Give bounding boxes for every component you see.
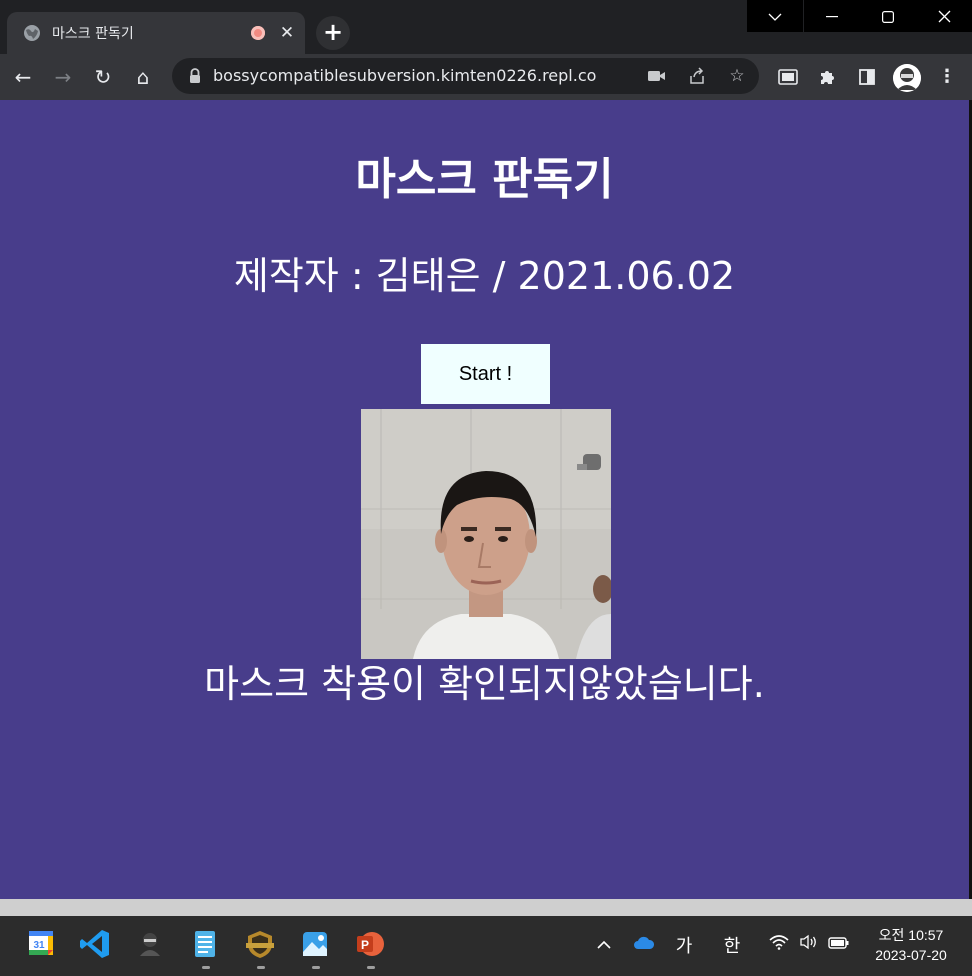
address-bar[interactable]: bossycompatiblesubversion.kimten0226.rep… xyxy=(172,58,759,94)
powerpoint-app[interactable]: P xyxy=(354,928,388,962)
page-subtitle: 제작자 : 김태은 / 2021.06.02 xyxy=(233,254,736,298)
browser-menu-button[interactable]: ⋮ xyxy=(932,62,962,92)
speaker-icon xyxy=(800,934,816,950)
ime-hangul-indicator[interactable]: 가 xyxy=(672,932,696,958)
browser-toolbar: ← → ↻ ⌂ bossycompatiblesubversion.kimten… xyxy=(0,54,972,100)
tab-search-button[interactable] xyxy=(747,0,803,32)
photos-icon xyxy=(303,932,327,956)
start-button[interactable]: Start ! xyxy=(421,344,550,404)
forward-button[interactable]: → xyxy=(48,62,78,92)
calendar-icon: 31 xyxy=(29,931,53,955)
app-running-indicator xyxy=(367,966,375,969)
reload-button[interactable]: ↻ xyxy=(88,62,118,92)
character-app[interactable] xyxy=(134,928,168,962)
notepad-icon xyxy=(195,931,215,957)
clock-date: 2023-07-20 xyxy=(875,947,947,963)
media-control-icon[interactable] xyxy=(773,62,803,92)
webcam-frame-image xyxy=(361,409,611,659)
battery-button[interactable] xyxy=(827,934,851,955)
globe-icon xyxy=(24,25,40,41)
chevron-down-icon xyxy=(768,13,782,21)
home-button[interactable]: ⌂ xyxy=(128,62,158,92)
clock-time: 오전 10:57 xyxy=(878,927,944,943)
recording-indicator-icon xyxy=(251,26,265,40)
share-icon[interactable] xyxy=(684,63,710,89)
lock-icon xyxy=(190,68,200,83)
webcam-canvas xyxy=(361,409,611,659)
tab-title: 마스크 판독기 xyxy=(52,26,134,42)
tab-strip: 마스크 판독기 ✕ + xyxy=(0,0,972,54)
wifi-icon xyxy=(769,935,789,950)
wifi-button[interactable] xyxy=(767,934,791,955)
side-panel-icon[interactable] xyxy=(852,62,882,92)
maximize-icon xyxy=(882,10,895,23)
profile-avatar[interactable] xyxy=(893,64,921,92)
calendar-day: 31 xyxy=(33,940,45,951)
vscode-app[interactable] xyxy=(79,928,113,962)
powerpoint-icon: P xyxy=(357,932,384,956)
page-content: 마스크 판독기 제작자 : 김태은 / 2021.06.02 Start ! 마… xyxy=(0,100,969,899)
tab-close-button[interactable]: ✕ xyxy=(277,22,297,44)
taskbar-clock[interactable]: 오전 10:57 2023-07-20 xyxy=(862,925,960,965)
app-running-indicator xyxy=(312,966,320,969)
profile-avatar-icon xyxy=(893,64,921,92)
minimize-button[interactable] xyxy=(804,0,860,32)
photos-app[interactable] xyxy=(299,928,333,962)
app-running-indicator xyxy=(257,966,265,969)
cloud-icon xyxy=(634,936,655,949)
close-window-button[interactable] xyxy=(916,0,972,32)
vscode-icon xyxy=(80,930,109,958)
desktop-gap xyxy=(0,899,972,916)
url-text[interactable]: bossycompatiblesubversion.kimten0226.rep… xyxy=(213,66,596,85)
close-icon xyxy=(938,10,950,23)
battery-icon xyxy=(828,937,849,949)
character-icon xyxy=(140,933,160,956)
badge-app[interactable] xyxy=(244,928,278,962)
app-running-indicator xyxy=(202,966,210,969)
google-calendar-app[interactable]: 31 xyxy=(26,928,60,962)
browser-tab[interactable]: 마스크 판독기 ✕ xyxy=(7,12,305,54)
minimize-icon xyxy=(826,15,838,17)
volume-button[interactable] xyxy=(797,934,821,955)
mask-result-text: 마스크 착용이 확인되지않았습니다. xyxy=(204,662,765,706)
onedrive-button[interactable] xyxy=(632,934,656,955)
back-button[interactable]: ← xyxy=(8,62,38,92)
tray-overflow-button[interactable] xyxy=(594,934,614,955)
bookmark-star-icon[interactable]: ☆ xyxy=(724,63,750,89)
new-tab-button[interactable]: + xyxy=(316,16,350,50)
notepad-app[interactable] xyxy=(189,928,223,962)
ime-mode-indicator[interactable]: 한 xyxy=(720,932,744,958)
taskbar: 31 P 가 한 오전 10:57 2023-07-20 xyxy=(0,916,972,976)
shield-badge-icon xyxy=(246,931,274,958)
chevron-up-icon xyxy=(597,940,611,949)
page-title: 마스크 판독기 xyxy=(355,154,614,205)
extensions-puzzle-icon[interactable] xyxy=(813,62,843,92)
svg-text:P: P xyxy=(361,938,369,952)
maximize-button[interactable] xyxy=(860,0,916,32)
camera-in-use-icon[interactable] xyxy=(644,63,670,89)
